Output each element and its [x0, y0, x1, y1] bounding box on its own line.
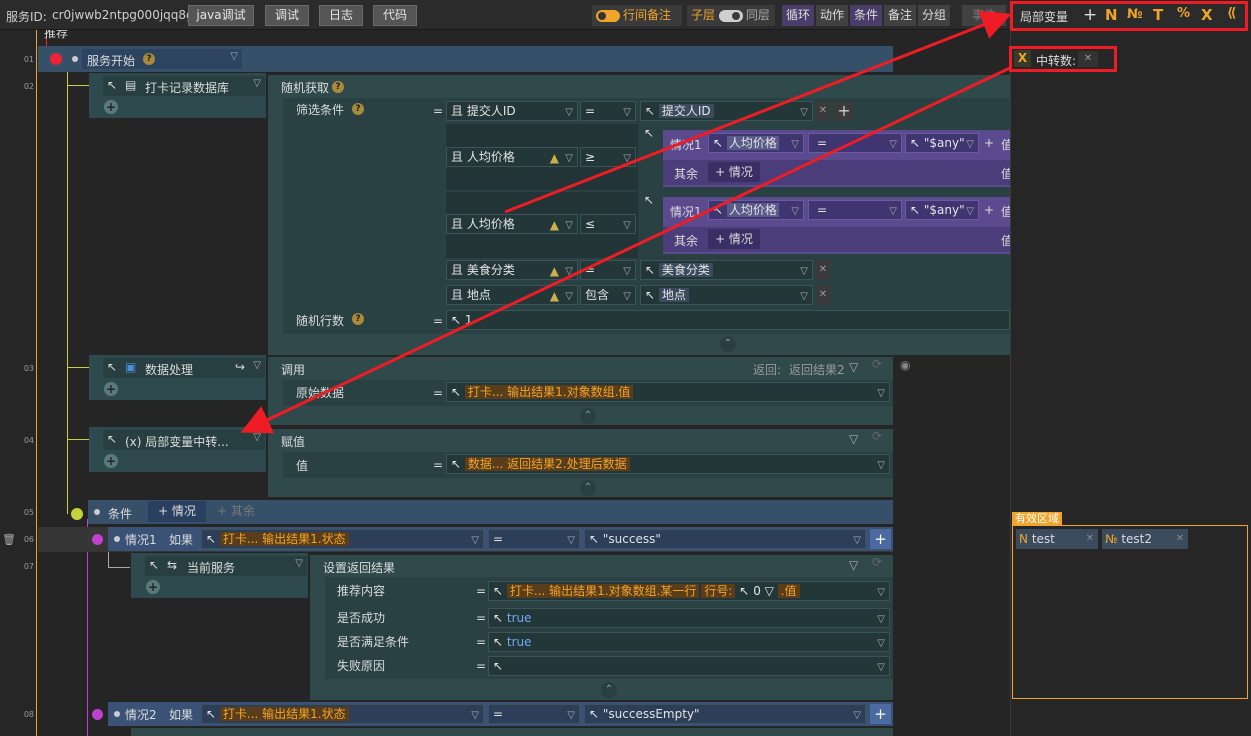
annotation-arrows: [240, 10, 1012, 434]
arrow-to-node: [240, 66, 1011, 434]
arrow-to-toolbar: [504, 10, 1012, 214]
